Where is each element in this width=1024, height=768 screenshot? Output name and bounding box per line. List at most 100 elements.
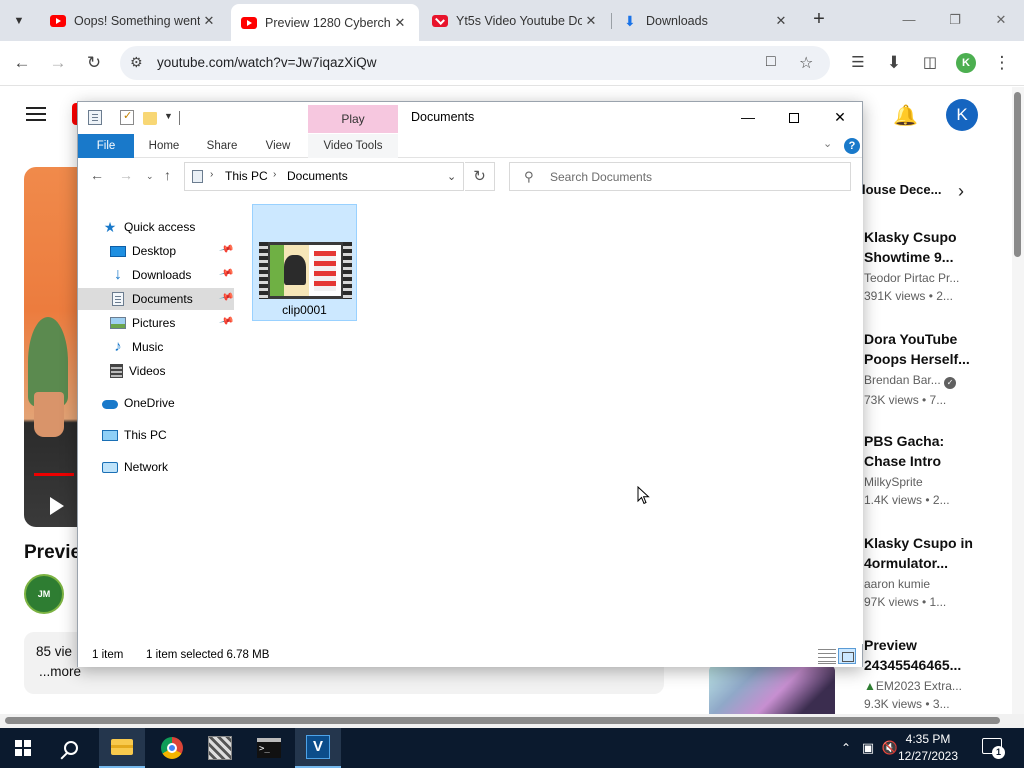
vegas-taskbar[interactable]: V: [295, 728, 341, 768]
notifications-bell-icon[interactable]: 🔔: [893, 103, 918, 128]
close-tab-icon[interactable]: ✕: [772, 13, 790, 29]
tab-view[interactable]: View: [254, 134, 302, 158]
help-icon[interactable]: ?: [844, 138, 860, 154]
suggestion-item[interactable]: Preview 24345546465... ▲EM2023 Extra... …: [864, 635, 1012, 711]
forward-icon[interactable]: →: [119, 167, 133, 183]
downloads-icon[interactable]: ⬇: [882, 51, 906, 75]
explorer-titlebar[interactable]: ▼ Play Documents — ✕: [78, 102, 862, 134]
qat-dropdown-icon[interactable]: ▼: [164, 111, 173, 121]
tab-search-chevron-icon[interactable]: ▼: [6, 8, 32, 34]
url-text[interactable]: youtube.com/watch?v=Jw7iqazXiQw: [157, 55, 376, 70]
channel-avatar[interactable]: JM: [24, 574, 64, 614]
breadcrumb-documents[interactable]: Documents: [287, 169, 348, 183]
suggestion-item[interactable]: PBS Gacha: Chase Intro MilkySprite 1.4K …: [864, 431, 1012, 507]
hamburger-icon[interactable]: [26, 107, 46, 121]
refresh-icon[interactable]: ↻: [465, 162, 495, 191]
nav-network[interactable]: Network: [102, 456, 232, 478]
video-player[interactable]: [24, 167, 84, 527]
file-item[interactable]: clip0001: [252, 204, 357, 321]
properties-icon[interactable]: [88, 110, 102, 125]
nav-music[interactable]: ♪ Music: [110, 336, 232, 358]
play-icon[interactable]: [50, 497, 64, 515]
chip-label[interactable]: louse Dece...: [862, 182, 941, 197]
chrome-taskbar[interactable]: [149, 728, 195, 768]
restore-icon[interactable]: ❐: [940, 8, 970, 32]
reload-icon[interactable]: ↻: [82, 51, 106, 75]
breadcrumb-chevron-icon[interactable]: ›: [210, 169, 213, 180]
suggestion-item[interactable]: Dora YouTube Poops Herself... Brendan Ba…: [864, 329, 1012, 407]
youtube-avatar[interactable]: K: [946, 99, 978, 131]
address-bar[interactable]: › This PC › Documents ⌄: [184, 162, 464, 191]
details-view-icon[interactable]: [818, 648, 836, 664]
search-button[interactable]: [48, 728, 94, 768]
horizontal-scroll-thumb[interactable]: [5, 717, 1000, 724]
file-list-pane[interactable]: clip0001: [238, 194, 863, 644]
minimize-icon[interactable]: —: [725, 102, 771, 132]
side-panel-icon[interactable]: ◫: [918, 51, 942, 75]
expand-ribbon-icon[interactable]: ⌄: [823, 137, 832, 150]
nav-downloads[interactable]: ↓ Downloads: [110, 264, 232, 286]
new-folder-icon[interactable]: [143, 112, 157, 125]
qat-separator: [179, 111, 180, 125]
back-icon[interactable]: ←: [90, 167, 104, 183]
view-count: 85 vie: [36, 644, 73, 659]
maximize-icon[interactable]: [771, 102, 817, 132]
nav-documents[interactable]: Documents: [78, 288, 234, 310]
suggestion-item[interactable]: Klasky Csupo Showtime 9... Teodor Pirtac…: [864, 227, 1012, 303]
profile-avatar[interactable]: K: [956, 53, 976, 73]
system-clock[interactable]: 4:35 PM 12/27/2023: [886, 731, 970, 765]
tab-home[interactable]: Home: [138, 134, 190, 158]
close-tab-icon[interactable]: ✕: [391, 15, 409, 31]
suggestion-thumbnail[interactable]: [709, 665, 835, 715]
app-taskbar[interactable]: [197, 728, 243, 768]
address-dropdown-icon[interactable]: ⌄: [447, 170, 456, 183]
tab-file[interactable]: File: [78, 134, 134, 158]
close-tab-icon[interactable]: ✕: [200, 13, 218, 29]
tab-oops[interactable]: Oops! Something went wrong ✕: [40, 6, 228, 36]
suggestion-item[interactable]: Klasky Csupo in 4ormulator... aaron kumi…: [864, 533, 1012, 609]
nav-desktop[interactable]: Desktop: [110, 240, 232, 262]
tab-yt5s[interactable]: Yt5s Video Youtube Downloader ✕: [422, 6, 610, 36]
nav-quick-access[interactable]: ★ Quick access: [102, 216, 232, 238]
chevron-right-icon[interactable]: ›: [958, 181, 964, 202]
nav-onedrive[interactable]: OneDrive: [102, 392, 232, 414]
suggestion-channel: Brendan Bar...: [864, 373, 941, 387]
site-info-icon[interactable]: ⚙: [130, 54, 143, 71]
vertical-scroll-thumb[interactable]: [1014, 92, 1021, 257]
up-icon[interactable]: ↑: [164, 167, 171, 183]
play-context-tab[interactable]: Play: [308, 105, 398, 133]
show-hidden-icons-icon[interactable]: ⌃: [836, 728, 856, 768]
tab-video-tools[interactable]: Video Tools: [308, 134, 398, 158]
bookmark-star-icon[interactable]: ☆: [799, 53, 813, 73]
video-progress-bar[interactable]: [34, 473, 74, 476]
menu-kebab-icon[interactable]: ⋮: [990, 51, 1014, 75]
new-tab-button[interactable]: +: [808, 8, 830, 30]
minimize-icon[interactable]: —: [894, 8, 924, 32]
install-app-icon[interactable]: □: [766, 53, 776, 71]
close-tab-icon[interactable]: ✕: [582, 13, 600, 29]
breadcrumb-chevron-icon[interactable]: ›: [273, 169, 276, 180]
file-explorer-taskbar[interactable]: [99, 728, 145, 768]
nav-this-pc[interactable]: This PC: [102, 424, 232, 446]
media-control-icon[interactable]: ☰: [846, 51, 870, 75]
address-bar[interactable]: ⚙ youtube.com/watch?v=Jw7iqazXiQw □ ☆: [120, 46, 830, 80]
network-tray-icon[interactable]: ▣: [858, 728, 878, 768]
back-icon[interactable]: ←: [10, 51, 34, 75]
more-link[interactable]: ...more: [39, 664, 81, 679]
search-input[interactable]: ⚲ Search Documents: [509, 162, 851, 191]
close-icon[interactable]: ✕: [817, 102, 863, 132]
start-button[interactable]: [0, 728, 46, 768]
recent-locations-icon[interactable]: ⌄: [146, 171, 154, 182]
tab-downloads[interactable]: ⬇ Downloads ✕: [614, 6, 800, 36]
forward-icon[interactable]: →: [46, 51, 70, 75]
tab-share[interactable]: Share: [196, 134, 248, 158]
nav-videos[interactable]: Videos: [110, 360, 232, 382]
tab-preview[interactable]: Preview 1280 Cyberchase ✕: [231, 4, 419, 41]
terminal-taskbar[interactable]: >_: [246, 728, 292, 768]
large-icons-view-icon[interactable]: [838, 648, 856, 664]
music-icon: ♪: [114, 338, 122, 355]
checkbox-icon[interactable]: [120, 109, 134, 125]
nav-pictures[interactable]: Pictures: [110, 312, 232, 334]
close-window-icon[interactable]: ✕: [986, 8, 1016, 32]
breadcrumb-this-pc[interactable]: This PC: [225, 169, 268, 183]
